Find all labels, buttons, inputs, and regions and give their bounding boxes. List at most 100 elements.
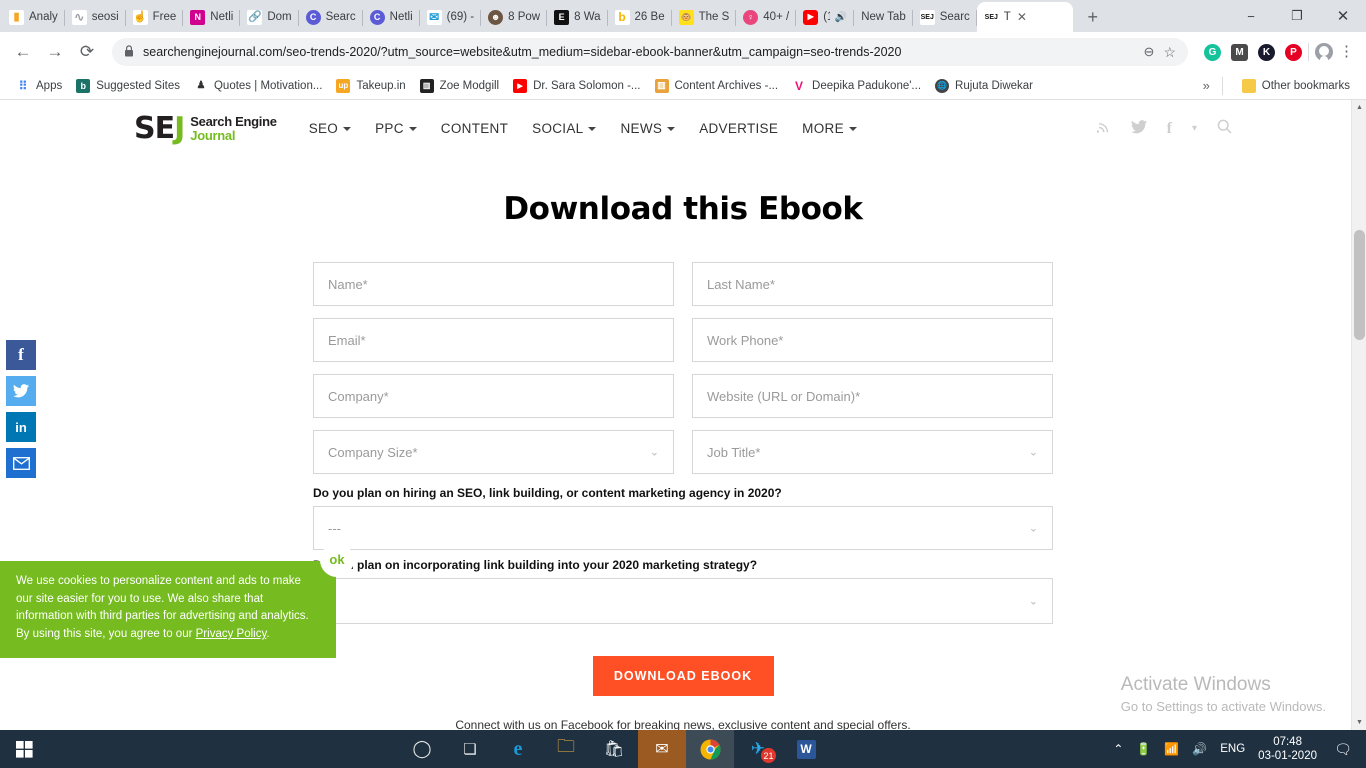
browser-tab[interactable]: ☝ Free xyxy=(126,2,184,32)
sej-logo[interactable]: SEJ Search Engine Journal xyxy=(134,113,277,144)
zoom-out-icon[interactable]: ⊖ xyxy=(1144,44,1155,60)
action-center-icon[interactable]: 🗨 xyxy=(1330,730,1356,768)
scrollbar-thumb[interactable] xyxy=(1354,230,1365,340)
rss-icon[interactable] xyxy=(1096,120,1111,137)
browser-tab[interactable]: C Netli xyxy=(363,2,420,32)
mail-taskbar-icon[interactable]: ✉ xyxy=(638,730,686,768)
profile-avatar[interactable] xyxy=(1315,43,1333,61)
start-button[interactable] xyxy=(0,730,48,768)
bookmark-item[interactable]: V Deepika Padukone'... xyxy=(785,76,928,96)
chrome-menu-icon[interactable]: ⋮ xyxy=(1335,44,1358,59)
volume-icon[interactable]: 🔊 xyxy=(1192,742,1207,756)
agency-hiring-select[interactable]: --- ⌄ xyxy=(313,506,1053,550)
first-name-input[interactable]: Name* xyxy=(313,262,674,306)
back-icon[interactable]: ← xyxy=(8,37,38,67)
chrome-taskbar-icon[interactable] xyxy=(686,730,734,768)
website-input[interactable]: Website (URL or Domain)* xyxy=(692,374,1053,418)
nav-item-ppc[interactable]: PPC xyxy=(375,121,417,136)
kissmetrics-extension-icon[interactable]: K xyxy=(1258,43,1275,61)
cortana-button[interactable]: ◯ xyxy=(398,730,446,768)
email-input[interactable]: Email* xyxy=(313,318,674,362)
nav-item-more[interactable]: MORE xyxy=(802,121,857,136)
battery-icon[interactable]: 🔋 xyxy=(1136,742,1151,756)
twitter-icon[interactable] xyxy=(1130,119,1147,138)
browser-tab[interactable]: 🐵 The S xyxy=(672,2,737,32)
reload-icon[interactable]: ⟳ xyxy=(72,37,102,67)
company-size-select[interactable]: Company Size* ⌄ xyxy=(313,430,674,474)
file-explorer-taskbar-icon[interactable]: 🗀 xyxy=(542,730,590,768)
browser-tab[interactable]: N Netli xyxy=(183,2,241,32)
language-indicator[interactable]: ENG xyxy=(1220,743,1245,755)
maximize-window-button[interactable]: ❐ xyxy=(1274,0,1320,32)
taskbar-clock[interactable]: 07:48 03-01-2020 xyxy=(1258,735,1317,764)
chevron-down-icon xyxy=(848,126,857,131)
minimize-window-button[interactable]: − xyxy=(1228,0,1274,32)
facebook-share-button[interactable]: f xyxy=(6,340,36,370)
pinterest-extension-icon[interactable]: P xyxy=(1285,43,1302,61)
address-bar[interactable]: searchenginejournal.com/seo-trends-2020/… xyxy=(112,38,1188,66)
bookmark-item[interactable]: ♟ Quotes | Motivation... xyxy=(187,76,329,96)
other-bookmarks-folder[interactable]: Other bookmarks xyxy=(1235,76,1357,96)
mailtrack-extension-icon[interactable]: M xyxy=(1231,43,1248,61)
facebook-icon[interactable]: f xyxy=(1167,120,1172,138)
tab-audio-icon[interactable]: 🔊 xyxy=(835,12,847,23)
wifi-icon[interactable]: 📶 xyxy=(1164,742,1179,756)
browser-tab[interactable]: New Tab xyxy=(854,2,913,32)
linkedin-share-button[interactable]: in xyxy=(6,412,36,442)
nav-item-content[interactable]: CONTENT xyxy=(441,121,508,136)
email-share-button[interactable] xyxy=(6,448,36,478)
face-avatar-icon: ☻ xyxy=(488,9,504,25)
new-tab-button[interactable]: + xyxy=(1079,3,1107,31)
browser-tab[interactable]: ♀ 40+ / xyxy=(736,2,797,32)
bookmark-apps[interactable]: ⠿ Apps xyxy=(9,76,69,96)
scroll-down-arrow-icon[interactable]: ▼ xyxy=(1352,715,1366,730)
chevron-down-icon[interactable]: ▾ xyxy=(1192,123,1197,134)
nav-item-news[interactable]: NEWS xyxy=(620,121,676,136)
bookmark-item[interactable]: 🌐 Rujuta Diwekar xyxy=(928,76,1040,96)
browser-tab-active[interactable]: SEJ T ✕ xyxy=(976,2,1073,32)
bookmark-item[interactable]: b Suggested Sites xyxy=(69,76,187,96)
browser-tab[interactable]: SEJ Searc xyxy=(913,2,977,32)
link-building-select[interactable]: ⌄ xyxy=(313,578,1053,624)
edge-taskbar-icon[interactable]: e xyxy=(494,730,542,768)
nav-item-social[interactable]: SOCIAL xyxy=(532,121,597,136)
last-name-input[interactable]: Last Name* xyxy=(692,262,1053,306)
twitter-share-button[interactable] xyxy=(6,376,36,406)
download-ebook-button[interactable]: DOWNLOAD EBOOK xyxy=(592,656,774,696)
browser-tab[interactable]: ∿ seosi xyxy=(65,2,126,32)
bookmark-item[interactable]: ▶ Dr. Sara Solomon -... xyxy=(506,76,647,96)
cookie-accept-button[interactable]: ok xyxy=(320,542,354,577)
page-scrollbar[interactable]: ▲ ▼ xyxy=(1351,100,1366,730)
browser-tab[interactable]: ▶ (1 🔊 xyxy=(796,2,855,32)
bookmark-item[interactable]: ▥ Zoe Modgill xyxy=(413,76,506,96)
close-tab-icon[interactable]: ✕ xyxy=(1017,10,1027,24)
bookmarks-overflow-icon[interactable]: » xyxy=(1203,78,1210,93)
browser-tab[interactable]: ☻ 8 Pow xyxy=(481,2,548,32)
search-icon[interactable] xyxy=(1217,119,1232,138)
word-taskbar-icon[interactable]: W xyxy=(782,730,830,768)
browser-tab[interactable]: E 8 Wa xyxy=(547,2,608,32)
show-hidden-icons-chevron[interactable]: ⌃ xyxy=(1113,742,1123,756)
browser-tab[interactable]: ▮ Analy xyxy=(2,2,65,32)
close-window-button[interactable]: ✕ xyxy=(1320,0,1366,32)
bookmark-star-icon[interactable]: ☆ xyxy=(1163,44,1176,61)
browser-tab[interactable]: ✉ (69) - xyxy=(420,2,482,32)
nav-item-advertise[interactable]: ADVERTISE xyxy=(699,121,778,136)
job-title-select[interactable]: Job Title* ⌄ xyxy=(692,430,1053,474)
browser-tab[interactable]: C Searc xyxy=(299,2,363,32)
nav-item-seo[interactable]: SEO xyxy=(309,121,352,136)
company-input[interactable]: Company* xyxy=(313,374,674,418)
sej-favicon: SEJ xyxy=(919,9,935,25)
bookmark-item[interactable]: ▥ Content Archives -... xyxy=(648,76,786,96)
bookmark-item[interactable]: up Takeup.in xyxy=(329,76,412,96)
privacy-policy-link[interactable]: Privacy Policy xyxy=(196,628,267,640)
task-view-button[interactable]: ❏ xyxy=(446,730,494,768)
microsoft-store-taskbar-icon[interactable]: 🛍 xyxy=(590,730,638,768)
grammarly-extension-icon[interactable]: G xyxy=(1204,43,1221,61)
telegram-taskbar-icon[interactable]: ✈ 21 xyxy=(734,730,782,768)
browser-tab[interactable]: b 26 Be xyxy=(608,2,672,32)
scroll-up-arrow-icon[interactable]: ▲ xyxy=(1352,100,1366,115)
browser-tab[interactable]: 🔗 Dom xyxy=(240,2,299,32)
forward-icon[interactable]: → xyxy=(40,37,70,67)
work-phone-input[interactable]: Work Phone* xyxy=(692,318,1053,362)
